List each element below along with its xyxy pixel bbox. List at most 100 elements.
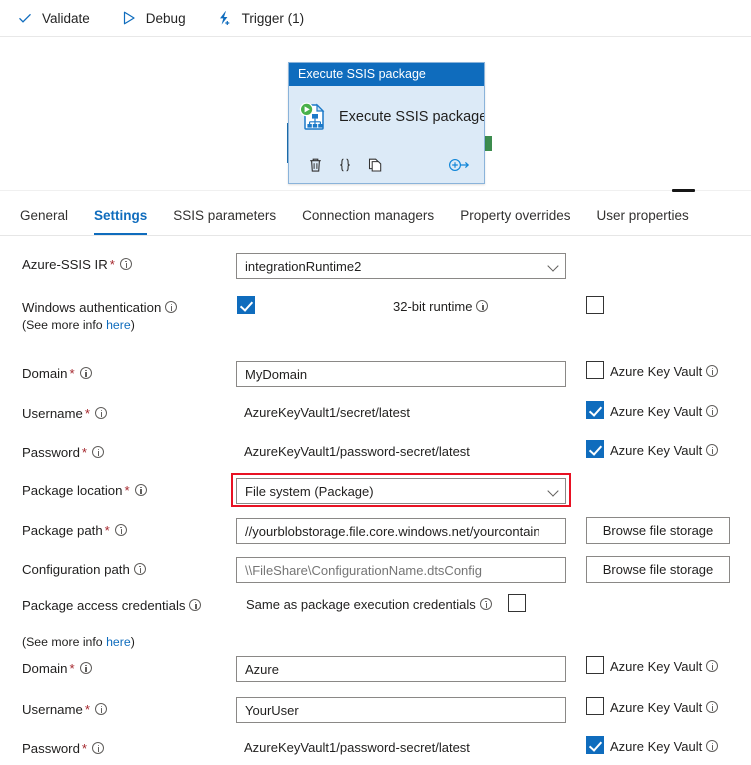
- tab-ssis-parameters[interactable]: SSIS parameters: [173, 199, 276, 235]
- info-icon[interactable]: [80, 662, 92, 674]
- access-domain-input[interactable]: [236, 656, 566, 682]
- trigger-button[interactable]: Trigger (1): [214, 3, 319, 33]
- required-asterisk: *: [85, 406, 90, 421]
- exec-username-keyvault-checkbox[interactable]: [586, 401, 604, 419]
- configuration-path-browse-button[interactable]: Browse file storage: [586, 556, 730, 583]
- play-triangle-icon: [120, 9, 138, 27]
- required-asterisk: *: [82, 741, 87, 756]
- tab-connection-managers[interactable]: Connection managers: [302, 199, 434, 235]
- thirty-two-bit-runtime-label: 32-bit runtime: [393, 299, 488, 314]
- access-username-keyvault-checkbox[interactable]: [586, 697, 604, 715]
- configuration-path-label: Configuration path: [22, 561, 146, 578]
- add-output-icon[interactable]: [444, 152, 474, 178]
- access-username-keyvault-label: Azure Key Vault: [610, 700, 718, 715]
- required-asterisk: *: [82, 445, 87, 460]
- info-icon[interactable]: [706, 405, 718, 417]
- package-access-credentials-label: Package access credentials: [22, 597, 201, 614]
- exec-password-keyvault-label: Azure Key Vault: [610, 443, 718, 458]
- required-asterisk: *: [110, 257, 115, 272]
- access-domain-keyvault-checkbox[interactable]: [586, 656, 604, 674]
- access-domain-keyvault-label: Azure Key Vault: [610, 659, 718, 674]
- node-body: Execute SSIS package1: [289, 86, 484, 148]
- info-icon[interactable]: [134, 563, 146, 575]
- same-as-package-execution-credentials-checkbox[interactable]: [508, 594, 526, 612]
- node-action-bar: [289, 148, 484, 182]
- exec-username-label: Username*: [22, 405, 107, 422]
- code-braces-icon[interactable]: [330, 152, 360, 178]
- debug-label: Debug: [146, 11, 186, 26]
- required-asterisk: *: [69, 366, 74, 381]
- info-icon[interactable]: [120, 258, 132, 270]
- access-username-input[interactable]: [236, 697, 566, 723]
- info-icon[interactable]: [80, 367, 92, 379]
- azure-ssis-ir-label: Azure-SSIS IR*: [22, 256, 132, 273]
- info-icon[interactable]: [92, 446, 104, 458]
- debug-button[interactable]: Debug: [118, 3, 200, 33]
- info-icon[interactable]: [95, 703, 107, 715]
- panel-divider: [0, 190, 751, 191]
- pipeline-canvas[interactable]: Execute SSIS package Execute: [0, 37, 751, 189]
- exec-domain-keyvault-checkbox[interactable]: [586, 361, 604, 379]
- package-access-more-info: (See more info here): [22, 635, 135, 649]
- info-icon[interactable]: [706, 740, 718, 752]
- copy-icon[interactable]: [360, 152, 390, 178]
- info-icon[interactable]: [115, 524, 127, 536]
- azure-ssis-ir-value[interactable]: [236, 253, 566, 279]
- access-domain-label: Domain*: [22, 660, 92, 677]
- exec-username-value: AzureKeyVault1/secret/latest: [244, 405, 410, 420]
- info-icon[interactable]: [480, 598, 492, 610]
- package-path-label: Package path*: [22, 522, 127, 539]
- exec-username-keyvault-label: Azure Key Vault: [610, 404, 718, 419]
- tab-property-overrides[interactable]: Property overrides: [460, 199, 570, 235]
- windows-authentication-checkbox[interactable]: [237, 296, 255, 314]
- access-password-label: Password*: [22, 740, 104, 757]
- activity-node-execute-ssis-package[interactable]: Execute SSIS package Execute: [288, 62, 485, 184]
- tab-user-properties[interactable]: User properties: [596, 199, 688, 235]
- validate-label: Validate: [42, 11, 90, 26]
- access-password-keyvault-checkbox[interactable]: [586, 736, 604, 754]
- configuration-path-input[interactable]: [236, 557, 566, 583]
- exec-password-keyvault-checkbox[interactable]: [586, 440, 604, 458]
- windows-authentication-label: Windows authentication: [22, 299, 177, 316]
- tab-settings[interactable]: Settings: [94, 199, 147, 235]
- info-icon[interactable]: [706, 444, 718, 456]
- info-icon[interactable]: [706, 701, 718, 713]
- delete-icon[interactable]: [300, 152, 330, 178]
- same-as-package-execution-credentials-label: Same as package execution credentials: [246, 597, 492, 612]
- package-location-dropdown[interactable]: [236, 478, 566, 504]
- info-icon[interactable]: [706, 365, 718, 377]
- azure-ssis-ir-dropdown[interactable]: [236, 253, 566, 279]
- package-access-here-link[interactable]: here: [106, 635, 131, 649]
- exec-password-value: AzureKeyVault1/password-secret/latest: [244, 444, 470, 459]
- windows-auth-here-link[interactable]: here: [106, 318, 131, 332]
- exec-domain-input[interactable]: [236, 361, 566, 387]
- info-icon[interactable]: [165, 301, 177, 313]
- validate-button[interactable]: Validate: [14, 3, 104, 33]
- info-icon[interactable]: [706, 660, 718, 672]
- panel-resize-handle[interactable]: [672, 189, 695, 192]
- execute-ssis-package-icon: [297, 101, 329, 133]
- tab-general[interactable]: General: [20, 199, 68, 235]
- required-asterisk: *: [69, 661, 74, 676]
- required-asterisk: *: [124, 483, 129, 498]
- exec-domain-label: Domain*: [22, 365, 92, 382]
- package-path-input[interactable]: [236, 518, 566, 544]
- info-icon[interactable]: [476, 300, 488, 312]
- info-icon[interactable]: [135, 484, 147, 496]
- access-username-label: Username*: [22, 701, 107, 718]
- package-location-label: Package location*: [22, 482, 147, 499]
- thirty-two-bit-runtime-checkbox[interactable]: [586, 296, 604, 314]
- exec-password-label: Password*: [22, 444, 104, 461]
- access-password-keyvault-label: Azure Key Vault: [610, 739, 718, 754]
- access-password-value: AzureKeyVault1/password-secret/latest: [244, 740, 470, 755]
- check-icon: [16, 9, 34, 27]
- info-icon[interactable]: [189, 599, 201, 611]
- required-asterisk: *: [105, 523, 110, 538]
- properties-tab-bar: General Settings SSIS parameters Connect…: [0, 196, 751, 236]
- package-location-value[interactable]: [236, 478, 566, 504]
- pipeline-editor: Validate Debug Trigger (1) Execute SSIS …: [0, 0, 751, 765]
- required-asterisk: *: [85, 702, 90, 717]
- package-path-browse-button[interactable]: Browse file storage: [586, 517, 730, 544]
- info-icon[interactable]: [92, 742, 104, 754]
- info-icon[interactable]: [95, 407, 107, 419]
